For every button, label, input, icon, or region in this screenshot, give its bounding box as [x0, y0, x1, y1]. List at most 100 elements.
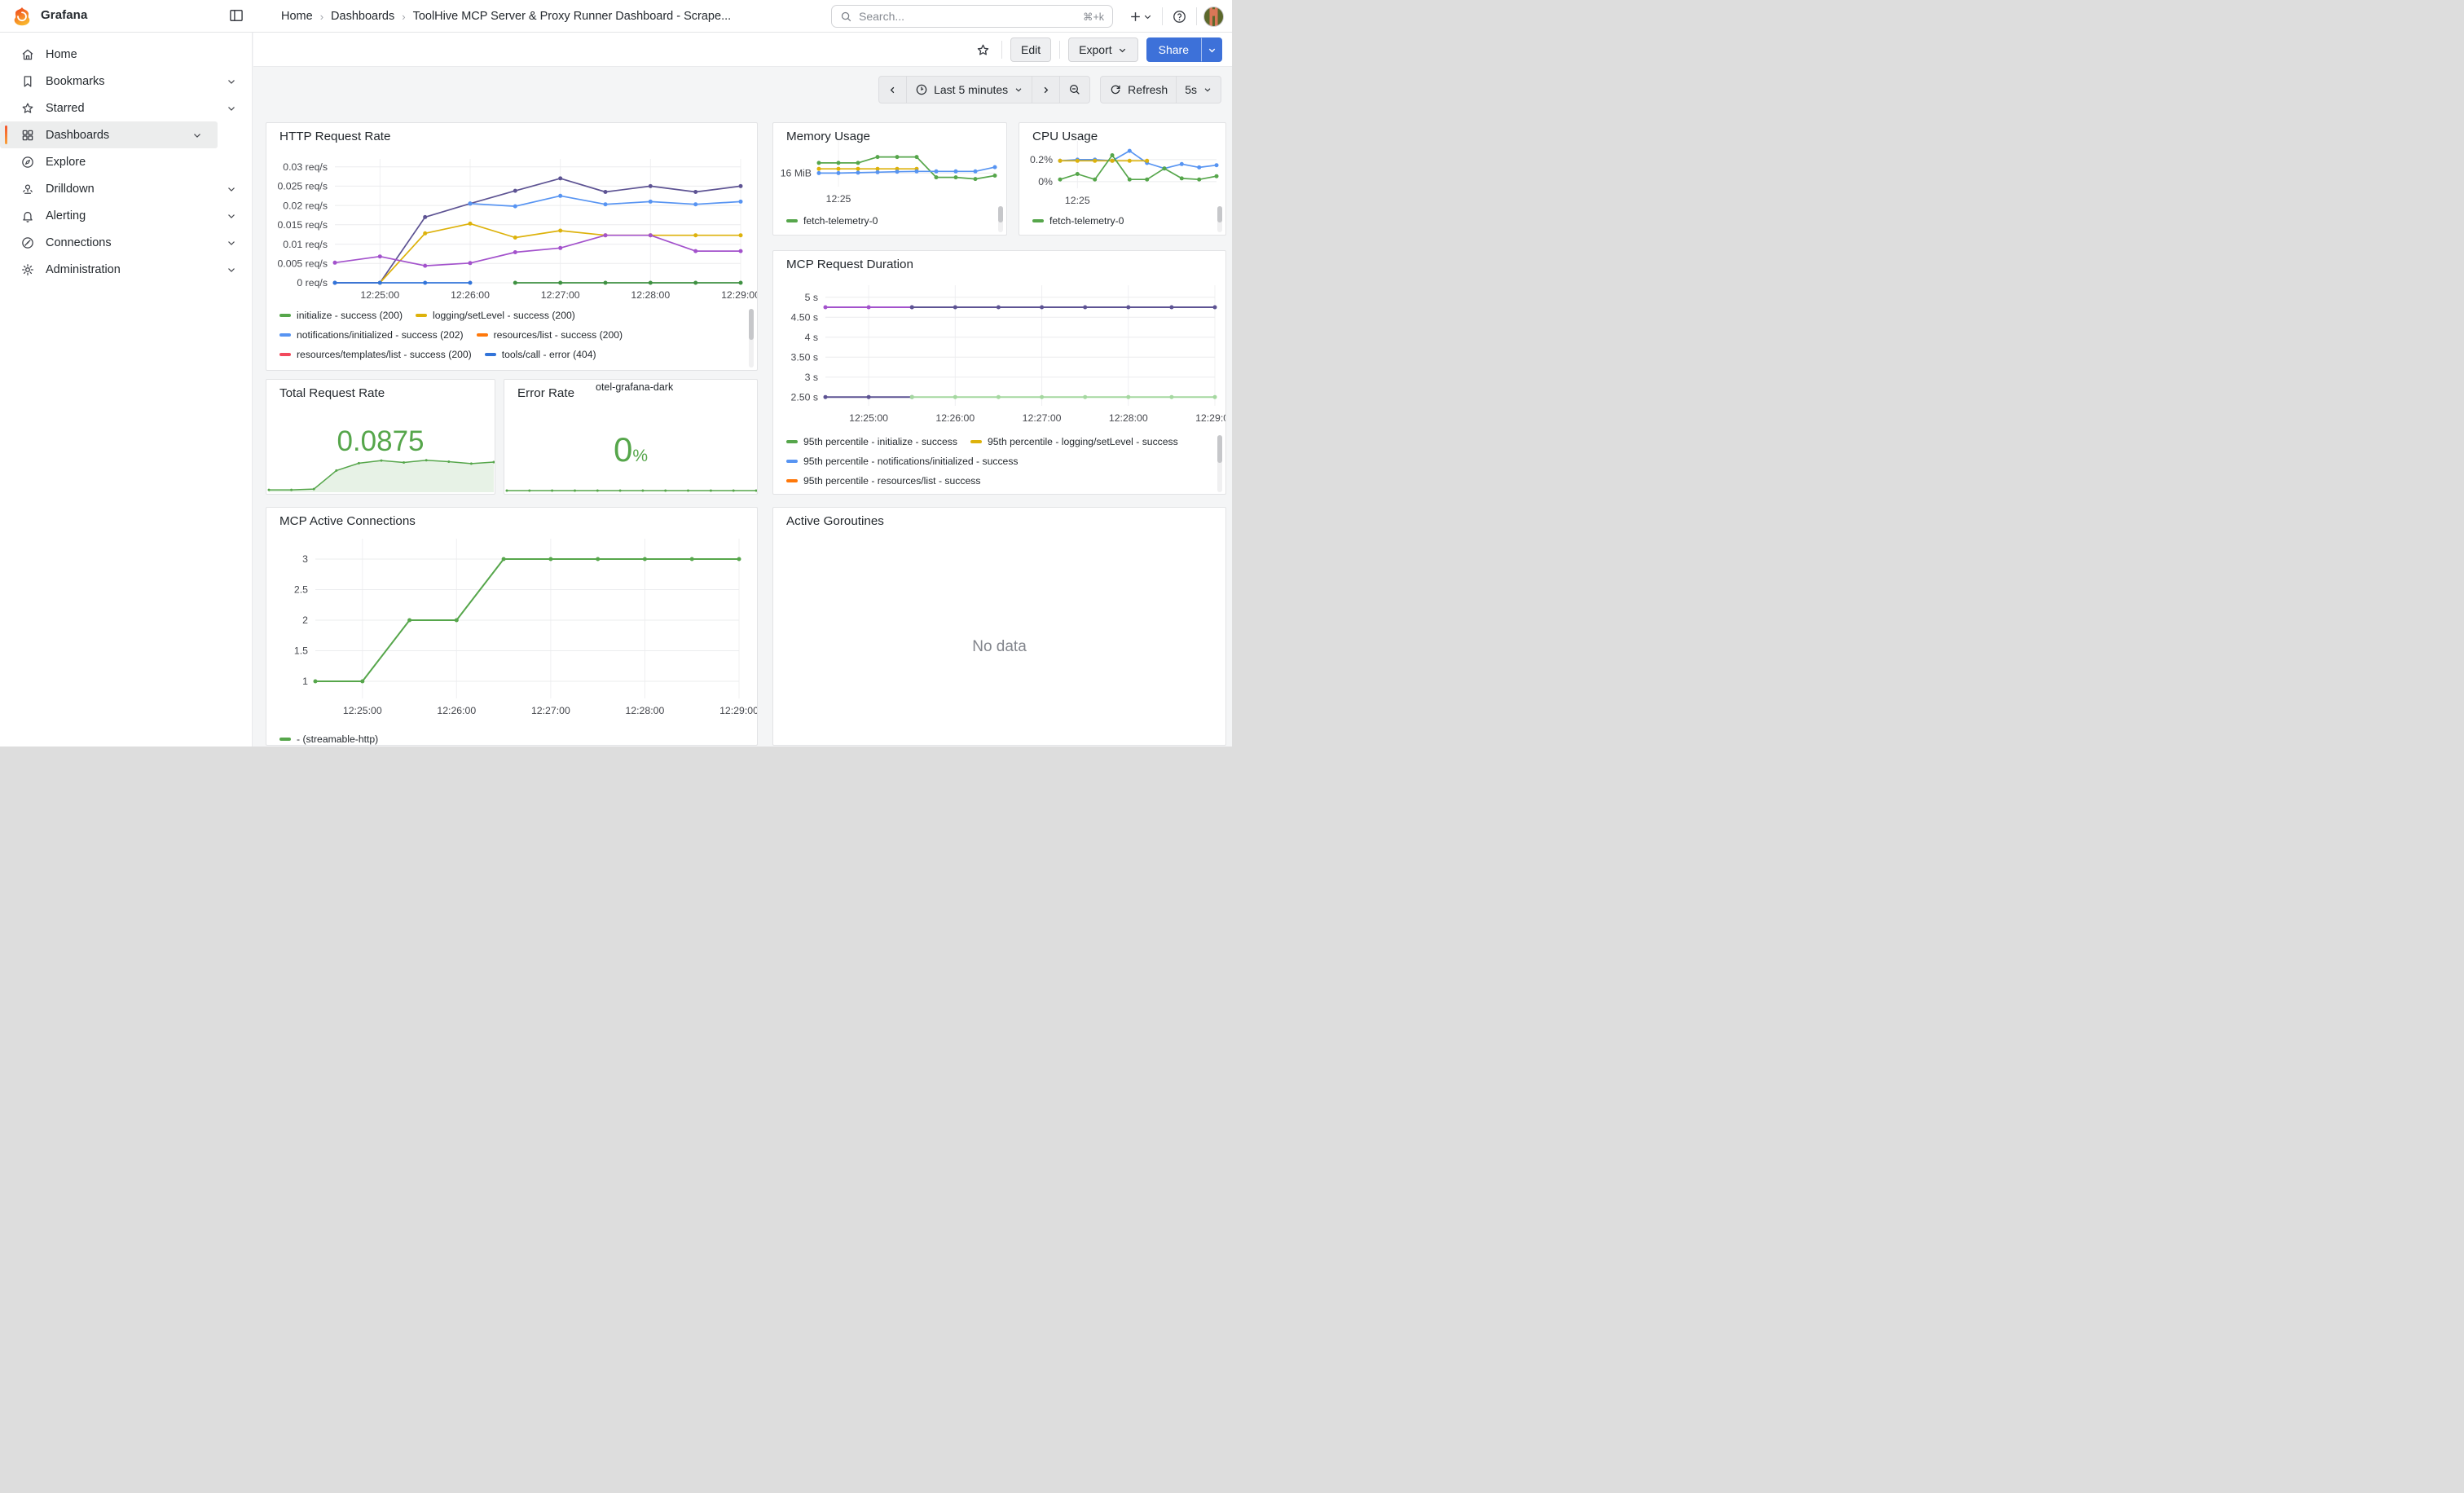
legend-item[interactable]: - (streamable-http)	[279, 733, 378, 745]
breadcrumb-item[interactable]: Dashboards	[331, 10, 394, 23]
chevron-down-icon[interactable]	[226, 237, 237, 249]
edit-button[interactable]: Edit	[1010, 37, 1051, 62]
sidebar-item-administration[interactable]: Administration	[0, 256, 252, 283]
user-avatar[interactable]	[1203, 7, 1224, 27]
panel-scrollbar[interactable]	[1217, 206, 1222, 232]
chevron-down-icon[interactable]	[226, 210, 237, 222]
divider	[1196, 7, 1197, 25]
sidebar-item-explore[interactable]: Explore	[0, 148, 252, 175]
clock-icon	[915, 83, 928, 96]
legend-item[interactable]: resources/templates/list - success (200)	[279, 349, 472, 360]
legend-item[interactable]: tools/call - success (200)	[279, 368, 406, 371]
panel-title[interactable]: Error Rate	[517, 386, 574, 400]
refresh-interval-picker[interactable]: 5s	[1177, 76, 1221, 103]
legend-row: tools/call - success (200) tools/list - s…	[279, 364, 746, 371]
chevron-down-icon[interactable]	[226, 183, 237, 195]
legend-item[interactable]: notifications/initialized - success (202…	[279, 329, 464, 341]
panel-title[interactable]: Memory Usage	[786, 130, 870, 143]
legend-swatch-icon	[786, 219, 798, 222]
refresh-button[interactable]: Refresh	[1100, 76, 1177, 103]
favorite-star-button[interactable]	[973, 40, 993, 60]
sidebar-item-dashboards[interactable]: Dashboards	[0, 121, 218, 148]
search-input[interactable]: ⌘+k	[831, 5, 1113, 28]
legend-swatch-icon	[279, 353, 291, 356]
legend-item[interactable]: resources/list - success (200)	[477, 329, 623, 341]
svg-text:12:29:00: 12:29:00	[719, 705, 757, 716]
legend-row: 95th percentile - notifications/initiali…	[786, 451, 1214, 471]
panel-scrollbar[interactable]	[998, 206, 1003, 232]
svg-text:12:28:00: 12:28:00	[631, 289, 670, 301]
star-icon	[975, 42, 991, 58]
sidebar-item-home[interactable]: Home	[0, 41, 252, 68]
breadcrumb: Home›Dashboards›ToolHive MCP Server & Pr…	[281, 0, 731, 33]
sidebar-toggle-icon[interactable]	[227, 7, 246, 26]
svg-text:16 MiB: 16 MiB	[781, 168, 812, 179]
legend-scrollbar[interactable]	[749, 309, 754, 368]
refresh-group: Refresh 5s	[1100, 76, 1221, 108]
legend-label: tools/call - error (404)	[502, 349, 596, 360]
star-icon	[20, 101, 35, 116]
legend-swatch-icon	[416, 314, 427, 317]
sidebar-item-bookmarks[interactable]: Bookmarks	[0, 68, 252, 95]
add-new-button[interactable]	[1126, 7, 1155, 26]
search-field[interactable]	[859, 10, 1083, 23]
sidebar-item-alerting[interactable]: Alerting	[0, 202, 252, 229]
chevron-down-icon[interactable]	[226, 76, 237, 87]
legend-item[interactable]: 95th percentile - resources/list - succe…	[786, 475, 980, 487]
svg-text:4 s: 4 s	[805, 332, 818, 343]
panel-title[interactable]: MCP Active Connections	[279, 514, 416, 528]
svg-text:0%: 0%	[1038, 176, 1053, 187]
share-button[interactable]: Share	[1146, 37, 1201, 62]
legend-scrollbar[interactable]	[1217, 435, 1222, 492]
legend-item[interactable]: logging/setLevel - success (200)	[416, 310, 575, 321]
chevron-down-icon[interactable]	[226, 103, 237, 114]
chart-legend: 95th percentile - initialize - success 95…	[786, 432, 1214, 495]
legend-item[interactable]: 95th percentile - notifications/initiali…	[786, 456, 1019, 467]
svg-text:12:27:00: 12:27:00	[531, 705, 570, 716]
breadcrumb-item[interactable]: ToolHive MCP Server & Proxy Runner Dashb…	[413, 10, 732, 23]
chevron-down-icon[interactable]	[226, 264, 237, 275]
time-range-picker[interactable]: Last 5 minutes	[907, 76, 1032, 103]
sidebar-item-drilldown[interactable]: Drilldown	[0, 175, 252, 202]
panel-active-goroutines: Active Goroutines No data	[772, 507, 1226, 746]
time-shift-forward-button[interactable]	[1032, 76, 1060, 103]
legend-item[interactable]: 95th percentile - logging/setLevel - suc…	[970, 436, 1178, 447]
question-circle-icon	[1172, 9, 1187, 24]
breadcrumb-item[interactable]: Home	[281, 10, 313, 23]
panel-title[interactable]: CPU Usage	[1032, 130, 1098, 143]
legend-row: - (streamable-http)	[279, 729, 746, 746]
help-button[interactable]	[1169, 7, 1190, 27]
svg-text:5 s: 5 s	[805, 292, 818, 303]
legend-label: initialize - success (200)	[297, 310, 403, 321]
sidebar-item-connections[interactable]: Connections	[0, 229, 252, 256]
panel-title[interactable]: Total Request Rate	[279, 386, 385, 400]
legend-item[interactable]: tools/call - error (404)	[485, 349, 596, 360]
panel-title[interactable]: MCP Request Duration	[786, 258, 913, 271]
legend-item[interactable]: tools/list - success (200)	[419, 368, 543, 371]
legend-item[interactable]: fetch-telemetry-0	[1032, 215, 1124, 227]
legend-item[interactable]: 95th percentile - initialize - success	[786, 436, 957, 447]
legend-item[interactable]: unknown - success (200)	[556, 368, 683, 371]
share-split-button: Share	[1146, 37, 1222, 62]
zoom-out-time-button[interactable]	[1060, 76, 1090, 103]
legend-label: 95th percentile - resources/list - succe…	[803, 475, 980, 487]
legend-item[interactable]: initialize - success (200)	[279, 310, 403, 321]
time-shift-back-button[interactable]	[878, 76, 907, 103]
panel-title[interactable]: HTTP Request Rate	[279, 130, 390, 143]
legend-label: tools/list - success (200)	[436, 368, 543, 371]
legend-label: notifications/initialized - success (202…	[297, 329, 464, 341]
dashboard-header: Edit Export Share	[253, 33, 1232, 67]
sidebar-item-label: Home	[46, 48, 252, 61]
legend-item[interactable]: fetch-telemetry-0	[786, 215, 878, 227]
export-button[interactable]: Export	[1068, 37, 1137, 62]
chevron-down-icon[interactable]	[191, 130, 203, 141]
sidebar-item-label: Explore	[46, 156, 252, 169]
compass-icon	[20, 155, 35, 170]
sidebar-item-starred[interactable]: Starred	[0, 95, 252, 121]
grafana-logo-icon[interactable]	[11, 6, 33, 27]
svg-text:3 s: 3 s	[805, 372, 818, 383]
panel-title[interactable]: Active Goroutines	[786, 514, 884, 528]
svg-text:0.2%: 0.2%	[1030, 154, 1053, 165]
sidebar-nav: Home BookmarksStarredDashboards Explore Dri…	[0, 33, 253, 746]
share-menu-button[interactable]	[1201, 37, 1222, 62]
